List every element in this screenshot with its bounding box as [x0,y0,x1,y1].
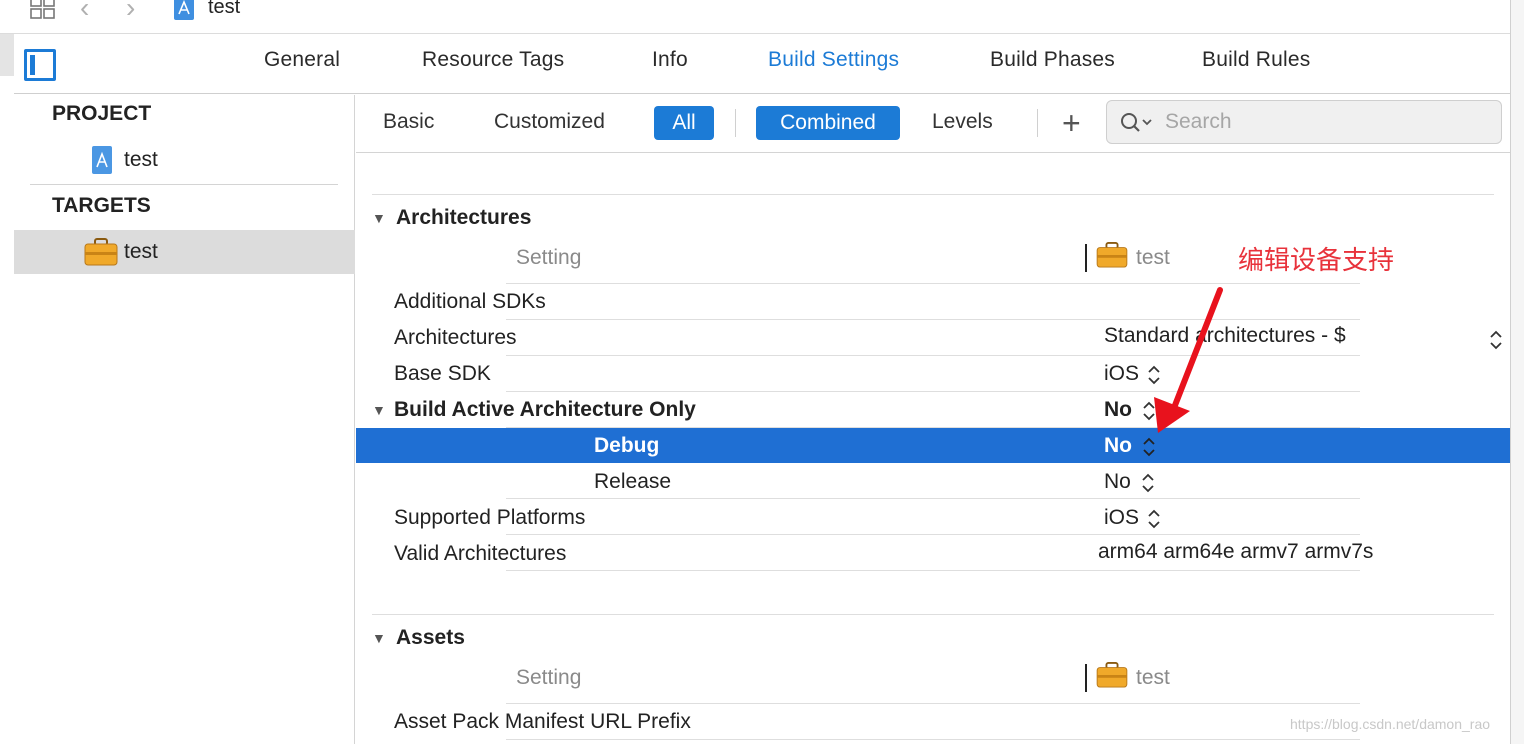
column-divider [1085,664,1087,692]
row-divider [506,739,1360,740]
forward-chevron-icon[interactable]: › [126,0,135,22]
tab-general[interactable]: General [264,48,340,72]
tab-build-phases[interactable]: Build Phases [990,48,1115,72]
add-setting-button[interactable]: + [1062,106,1081,140]
search-input[interactable] [1165,109,1485,135]
filter-separator [735,109,736,137]
tab-resource-tags[interactable]: Resource Tags [422,48,564,72]
selected-row-debug[interactable] [356,428,1510,463]
setting-additional-sdks[interactable]: Additional SDKs [394,290,546,314]
sidebar-divider [30,184,338,185]
project-navigator-sidebar [14,95,355,744]
section-title-assets: Assets [396,626,465,649]
value-debug[interactable]: No [1104,434,1132,458]
column-header-target[interactable]: test [1136,246,1170,270]
breadcrumb-label[interactable]: test [208,0,240,19]
sidebar-targets-header: TARGETS [52,194,151,217]
setting-build-active-architecture-only[interactable]: Build Active Architecture Only [394,398,696,422]
filter-basic[interactable]: Basic [383,110,434,134]
watermark: https://blog.csdn.net/damon_rao [1290,716,1491,732]
left-gutter [0,34,14,76]
column-header-setting[interactable]: Setting [516,666,581,690]
filter-all[interactable]: All [654,106,714,140]
disclosure-triangle-icon[interactable]: ▼ [372,210,386,226]
value-base-sdk[interactable]: iOS [1104,362,1139,386]
section-divider [372,614,1494,615]
sidebar-item-project-test[interactable]: test [124,148,158,172]
section-title-architectures: Architectures [396,206,532,229]
sidebar-item-target-test[interactable]: test [124,240,158,264]
filter-combined[interactable]: Combined [756,106,900,140]
row-divider [506,703,1360,704]
setting-debug[interactable]: Debug [594,434,659,458]
column-header-target[interactable]: test [1136,666,1170,690]
filter-levels[interactable]: Levels [932,110,993,134]
search-field[interactable] [1106,100,1502,144]
column-divider [1085,244,1087,272]
sidebar-selected-row [14,230,355,274]
filter-customized[interactable]: Customized [494,110,605,134]
value-release[interactable]: No [1104,470,1131,494]
search-icon [1121,113,1152,132]
right-edge-panel [1510,0,1524,744]
project-file-icon [92,146,112,174]
annotation-arrow-icon [1154,287,1223,433]
setting-base-sdk[interactable]: Base SDK [394,362,491,386]
value-valid-architectures[interactable]: arm64 arm64e armv7 armv7s [1098,540,1373,564]
setting-supported-platforms[interactable]: Supported Platforms [394,506,585,530]
annotation-text: 编辑设备支持 [1238,246,1395,276]
row-divider [506,283,1360,284]
row-divider [506,570,1360,571]
disclosure-triangle-icon[interactable]: ▼ [372,630,386,646]
setting-architectures[interactable]: Architectures [394,326,517,350]
popup-stepper-icon[interactable] [1141,471,1155,495]
filter-separator [1037,109,1038,137]
setting-release[interactable]: Release [594,470,671,494]
row-divider [506,534,1360,535]
row-divider [506,498,1360,499]
tab-info[interactable]: Info [652,48,688,72]
section-divider [372,194,1494,195]
setting-valid-architectures[interactable]: Valid Architectures [394,542,566,566]
popup-stepper-icon[interactable] [1489,328,1503,352]
tab-build-settings[interactable]: Build Settings [768,48,899,72]
row-divider [506,391,1360,392]
value-supported-platforms[interactable]: iOS [1104,506,1139,530]
tab-build-rules[interactable]: Build Rules [1202,48,1310,72]
project-file-icon [174,0,194,20]
target-toolbox-icon [84,238,118,266]
target-toolbox-icon [1096,662,1128,688]
target-toolbox-icon [1096,242,1128,268]
related-items-grid-icon[interactable] [30,0,56,20]
setting-asset-pack-manifest-url-prefix[interactable]: Asset Pack Manifest URL Prefix [394,710,691,734]
sidebar-toggle-icon[interactable] [24,49,56,81]
value-build-active-architecture-only[interactable]: No [1104,398,1132,422]
popup-stepper-icon[interactable] [1147,507,1161,531]
column-header-setting[interactable]: Setting [516,246,581,270]
back-chevron-icon[interactable]: ‹ [80,0,89,22]
row-divider [506,319,1360,320]
disclosure-triangle-icon[interactable]: ▼ [372,402,386,418]
row-divider [506,355,1360,356]
sidebar-project-header: PROJECT [52,102,152,125]
